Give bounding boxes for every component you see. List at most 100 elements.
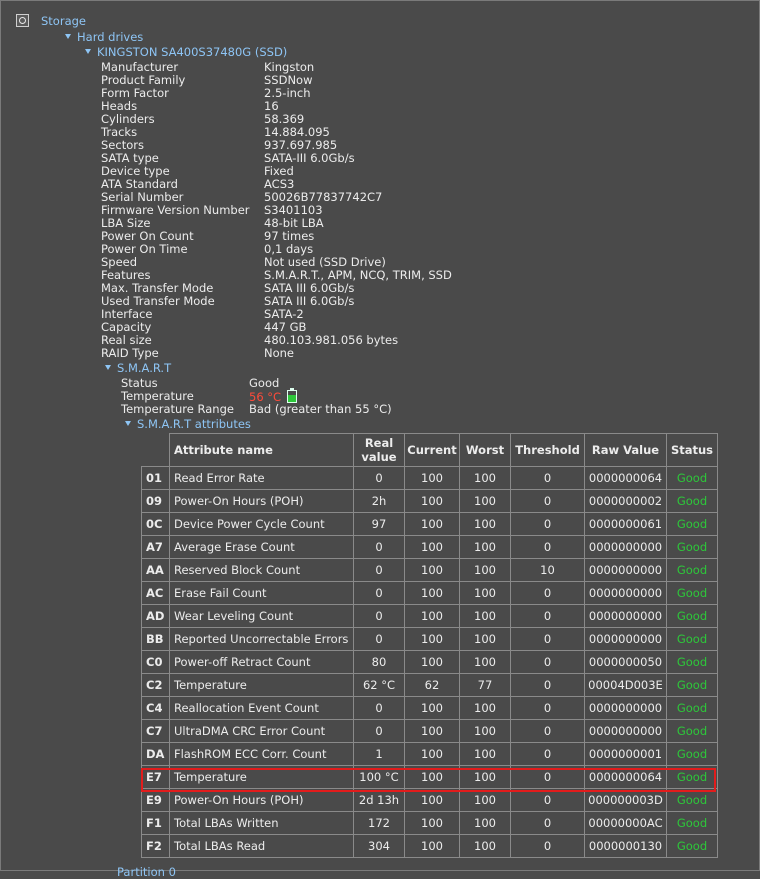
expand-arrow-icon[interactable] (125, 421, 131, 426)
tree-item-drive[interactable]: KINGSTON SA400S37480G (SSD) (85, 46, 287, 59)
current-value: 100 (404, 719, 460, 743)
status-value: Good (666, 673, 718, 697)
table-header-row: Attribute name Real value Current Worst … (141, 433, 718, 467)
attribute-name: Average Erase Count (169, 535, 354, 559)
attribute-id: 01 (141, 466, 170, 490)
threshold-value: 10 (510, 558, 585, 582)
current-value: 100 (404, 512, 460, 536)
property-value: None (264, 346, 295, 360)
current-value: 62 (404, 673, 460, 697)
real-value: 0 (353, 581, 405, 605)
tree-item-hard-drives-label: Hard drives (77, 30, 144, 44)
attribute-id: BB (141, 627, 170, 651)
table-row: DA FlashROM ECC Corr. Count 1 100 100 0 000000… (141, 742, 718, 766)
worst-value: 100 (459, 604, 511, 628)
attribute-id: E7 (141, 765, 170, 789)
threshold-value: 0 (510, 535, 585, 559)
worst-value: 100 (459, 512, 511, 536)
attribute-name: Power-On Hours (POH) (169, 489, 354, 513)
status-value: Good (666, 696, 718, 720)
real-value: 80 (353, 650, 405, 674)
attribute-name: Reserved Block Count (169, 558, 354, 582)
real-value: 62 °C (353, 673, 405, 697)
expand-arrow-icon[interactable] (105, 365, 111, 370)
worst-value: 100 (459, 489, 511, 513)
table-row: AD Wear Leveling Count 0 100 100 0 0000000000 G… (141, 604, 718, 628)
real-value: 172 (353, 811, 405, 835)
header-status: Status (666, 433, 718, 467)
real-value: 0 (353, 535, 405, 559)
attribute-name: Total LBAs Read (169, 834, 354, 858)
worst-value: 100 (459, 650, 511, 674)
attribute-name: Erase Fail Count (169, 581, 354, 605)
status-value: Good (666, 604, 718, 628)
attribute-id: AA (141, 558, 170, 582)
current-value: 100 (404, 535, 460, 559)
status-value: Good (666, 466, 718, 490)
threshold-value: 0 (510, 604, 585, 628)
attribute-name: Read Error Rate (169, 466, 354, 490)
status-value: Good (666, 788, 718, 812)
header-attribute-name: Attribute name (169, 433, 354, 467)
current-value: 100 (404, 811, 460, 835)
header-threshold: Threshold (510, 433, 585, 467)
worst-value: 100 (459, 696, 511, 720)
threshold-value: 0 (510, 489, 585, 513)
table-row: BB Reported Uncorrectable Errors 0 100 100 0 0… (141, 627, 718, 651)
raw-value: 0000000002 (584, 489, 667, 513)
current-value: 100 (404, 558, 460, 582)
tree-item-partition[interactable]: Partition 0 (117, 866, 176, 879)
attribute-name: Device Power Cycle Count (169, 512, 354, 536)
real-value: 0 (353, 627, 405, 651)
attribute-name: Temperature (169, 765, 354, 789)
table-row: E9 Power-On Hours (POH) 2d 13h 100 100 0 00000… (141, 788, 718, 812)
worst-value: 100 (459, 811, 511, 835)
status-value: Good (666, 627, 718, 651)
threshold-value: 0 (510, 811, 585, 835)
threshold-value: 0 (510, 719, 585, 743)
expand-arrow-icon[interactable] (65, 34, 71, 39)
tree-item-hard-drives[interactable]: Hard drives (65, 31, 143, 44)
attribute-id: C0 (141, 650, 170, 674)
threshold-value: 0 (510, 742, 585, 766)
attribute-name: Total LBAs Written (169, 811, 354, 835)
threshold-value: 0 (510, 650, 585, 674)
raw-value: 0000000064 (584, 466, 667, 490)
property-label: RAID Type (101, 346, 159, 360)
status-value: Good (666, 512, 718, 536)
raw-value: 00004D003E (584, 673, 667, 697)
threshold-value: 0 (510, 765, 585, 789)
threshold-value: 0 (510, 673, 585, 697)
raw-value: 0000000001 (584, 742, 667, 766)
real-value: 1 (353, 742, 405, 766)
worst-value: 100 (459, 788, 511, 812)
raw-value: 0000000061 (584, 512, 667, 536)
current-value: 100 (404, 604, 460, 628)
table-row: AA Reserved Block Count 0 100 100 10 000000000… (141, 558, 718, 582)
attribute-id: 0C (141, 512, 170, 536)
worst-value: 100 (459, 558, 511, 582)
table-row: 0C Device Power Cycle Count 97 100 100 0 00000… (141, 512, 718, 536)
raw-value: 0000000050 (584, 650, 667, 674)
tree-item-storage[interactable]: Storage (41, 15, 86, 28)
header-real-value: Real value (353, 433, 405, 467)
table-row: F1 Total LBAs Written 172 100 100 0 00000000AC… (141, 811, 718, 835)
attribute-name: Temperature (169, 673, 354, 697)
worst-value: 77 (459, 673, 511, 697)
status-value: Good (666, 765, 718, 789)
raw-value: 0000000064 (584, 765, 667, 789)
table-row: 01 Read Error Rate 0 100 100 0 0000000064 Good (141, 466, 718, 490)
current-value: 100 (404, 627, 460, 651)
tree-item-smart-attributes[interactable]: S.M.A.R.T attributes (125, 418, 251, 431)
tree-item-drive-label: KINGSTON SA400S37480G (SSD) (97, 45, 288, 59)
worst-value: 100 (459, 834, 511, 858)
worst-value: 100 (459, 581, 511, 605)
worst-value: 100 (459, 719, 511, 743)
header-blank (141, 433, 170, 467)
attribute-id: C7 (141, 719, 170, 743)
header-worst: Worst (459, 433, 511, 467)
tree-item-smart[interactable]: S.M.A.R.T (105, 362, 171, 375)
tree-item-smart-label: S.M.A.R.T (117, 361, 172, 375)
expand-arrow-icon[interactable] (85, 49, 91, 54)
worst-value: 100 (459, 742, 511, 766)
